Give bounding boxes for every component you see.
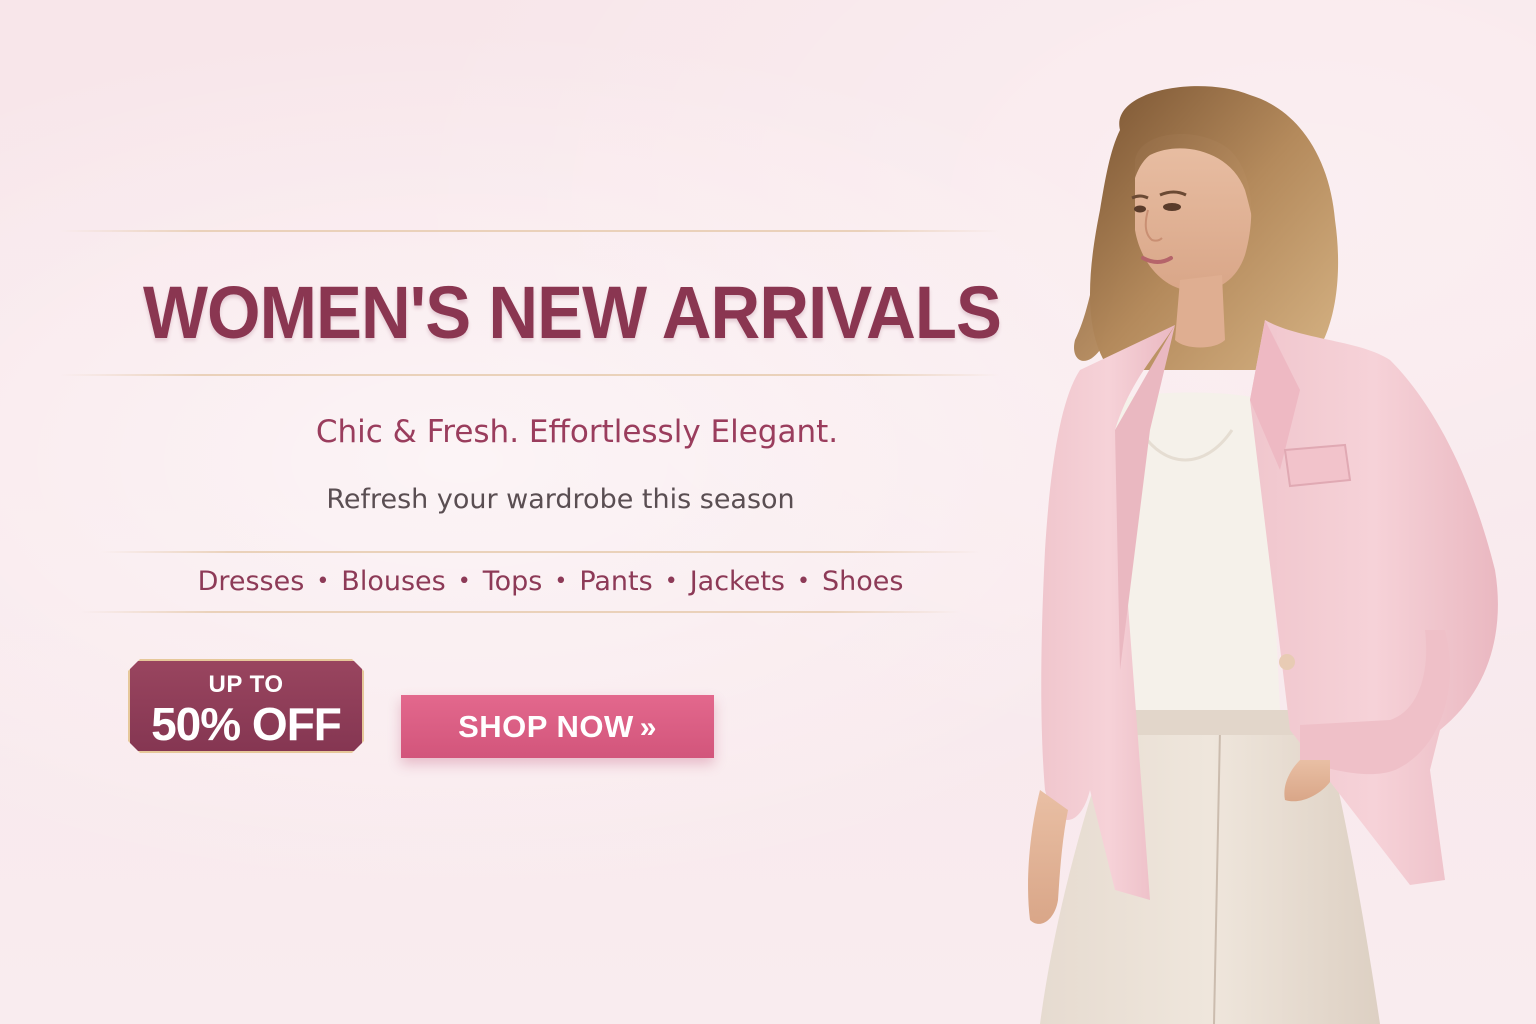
separator-dot: • bbox=[796, 569, 810, 594]
category-link-tops[interactable]: Tops bbox=[481, 566, 545, 597]
category-link-blouses[interactable]: Blouses bbox=[339, 566, 447, 597]
discount-badge-value: 50% OFF bbox=[151, 698, 342, 750]
banner-title: WOMEN'S NEW ARRIVALS bbox=[143, 271, 1002, 354]
model-photo bbox=[1028, 86, 1498, 1024]
category-list: Dresses • Blouses • Tops • Pants • Jackets • Shoes bbox=[0, 566, 1101, 597]
separator-dot: • bbox=[457, 569, 471, 594]
separator-dot: • bbox=[316, 569, 330, 594]
category-link-jackets[interactable]: Jackets bbox=[688, 566, 787, 597]
separator-dot: • bbox=[664, 569, 678, 594]
shop-now-label: SHOP NOW bbox=[458, 709, 634, 744]
category-link-shoes[interactable]: Shoes bbox=[820, 566, 905, 597]
double-chevron-right-icon: » bbox=[639, 711, 657, 744]
banner-tagline: Chic & Fresh. Effortlessly Elegant. bbox=[315, 414, 839, 450]
banner-subtitle: Refresh your wardrobe this season bbox=[326, 484, 795, 515]
shop-now-button[interactable]: SHOP NOW» bbox=[401, 695, 714, 758]
discount-badge-prefix: UP TO bbox=[208, 671, 284, 698]
divider-top bbox=[60, 230, 1000, 232]
separator-dot: • bbox=[554, 569, 568, 594]
divider-above-categories bbox=[100, 551, 980, 553]
divider-below-categories bbox=[80, 611, 960, 613]
divider-under-title bbox=[60, 374, 1000, 376]
promo-banner: WOMEN'S NEW ARRIVALS Chic & Fresh. Effor… bbox=[0, 0, 1536, 1024]
category-link-pants[interactable]: Pants bbox=[577, 566, 654, 597]
discount-badge: UP TO 50% OFF bbox=[128, 659, 364, 753]
category-link-dresses[interactable]: Dresses bbox=[196, 566, 307, 597]
